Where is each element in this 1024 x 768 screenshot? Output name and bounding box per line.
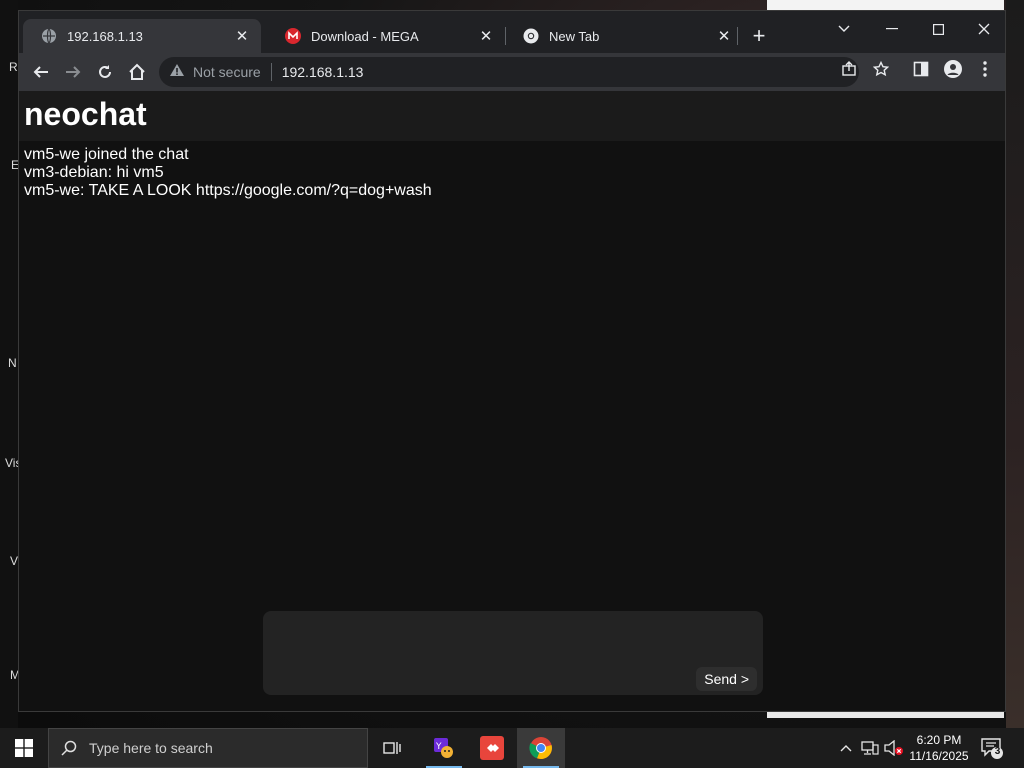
warning-icon[interactable]	[169, 63, 185, 82]
system-clock[interactable]: 6:20 PM 11/16/2025	[906, 732, 972, 764]
reload-button[interactable]	[93, 60, 117, 84]
desktop-icon-label[interactable]: V	[10, 554, 18, 568]
desktop-icon-label[interactable]: R	[9, 60, 18, 74]
globe-icon	[41, 28, 57, 44]
tab-search-chevron-icon[interactable]	[821, 15, 867, 43]
send-button[interactable]: Send >	[696, 667, 757, 691]
more-menu-icon[interactable]	[973, 57, 997, 81]
chat-message: vm5-we joined the chat	[24, 146, 189, 163]
chrome-icon	[529, 737, 552, 760]
chat-message: vm3-debian: hi vm5	[24, 164, 164, 181]
close-tab-icon[interactable]: ✕	[233, 27, 251, 45]
search-placeholder: Type here to search	[89, 740, 213, 756]
tab-mega[interactable]: Download - MEGA ✕	[267, 19, 505, 53]
close-tab-icon[interactable]: ✕	[477, 27, 495, 45]
background-window-edge	[767, 0, 1004, 10]
share-icon[interactable]	[837, 57, 861, 81]
bookmark-star-icon[interactable]	[869, 57, 893, 81]
chat-message: vm5-we: TAKE A LOOK https://google.com/?…	[24, 182, 432, 199]
profile-icon[interactable]	[941, 57, 965, 81]
clock-time: 6:20 PM	[916, 733, 962, 747]
svg-text:Y: Y	[435, 742, 442, 752]
message-composer[interactable]: Send >	[263, 611, 763, 695]
close-tab-icon[interactable]: ✕	[715, 27, 733, 45]
tab-separator	[737, 27, 738, 45]
tab-local-chat[interactable]: 192.168.1.13 ✕	[23, 19, 261, 53]
task-view-icon	[383, 742, 401, 754]
app-icon: Y	[434, 738, 453, 758]
tab-title: 192.168.1.13	[67, 28, 143, 44]
notification-center-button[interactable]: 3	[980, 736, 1004, 760]
desktop-wallpaper	[1006, 0, 1024, 728]
tab-strip: 192.168.1.13 ✕ Download - MEGA ✕ New Tab…	[19, 11, 1005, 53]
mega-icon	[285, 28, 301, 44]
chat-page: neochat vm5-we joined the chat vm3-debia…	[19, 91, 1005, 711]
clock-date: 11/16/2025	[909, 749, 969, 763]
taskbar-search[interactable]: Type here to search	[48, 728, 368, 768]
address-bar[interactable]: Not secure 192.168.1.13	[159, 57, 859, 87]
volume-muted-icon[interactable]	[884, 738, 904, 758]
tab-title: New Tab	[549, 28, 600, 44]
tab-new-tab[interactable]: New Tab ✕	[505, 19, 743, 53]
taskbar-app-chat[interactable]: Y	[420, 728, 468, 768]
back-button[interactable]	[29, 60, 53, 84]
show-hidden-icons-chevron-icon[interactable]	[836, 738, 856, 758]
start-button[interactable]	[0, 728, 48, 768]
chrome-icon	[523, 28, 539, 44]
desktop-icons-strip: R E N Vis V M	[0, 0, 21, 728]
desktop-icon-label[interactable]: N	[8, 356, 17, 370]
anydesk-icon	[480, 736, 504, 760]
taskbar-app-chrome[interactable]	[517, 728, 565, 768]
browser-toolbar: Not secure 192.168.1.13	[19, 53, 1005, 91]
message-list: vm5-we joined the chat vm3-debian: hi vm…	[24, 146, 432, 200]
app-title: neochat	[24, 96, 147, 132]
divider	[270, 63, 272, 81]
tab-title: Download - MEGA	[311, 28, 419, 44]
new-tab-button[interactable]: +	[747, 25, 771, 49]
message-input[interactable]	[271, 619, 693, 659]
browser-window: 192.168.1.13 ✕ Download - MEGA ✕ New Tab…	[18, 10, 1006, 712]
home-button[interactable]	[125, 60, 149, 84]
taskbar-app-anydesk[interactable]	[468, 728, 516, 768]
forward-button[interactable]	[61, 60, 85, 84]
minimize-button[interactable]	[869, 15, 915, 43]
maximize-button[interactable]	[915, 15, 961, 43]
page-header: neochat	[19, 91, 1005, 141]
side-panel-icon[interactable]	[909, 57, 933, 81]
url-text[interactable]: 192.168.1.13	[282, 64, 364, 80]
windows-logo-icon	[15, 739, 33, 757]
search-icon	[61, 740, 77, 756]
network-icon[interactable]	[860, 738, 880, 758]
notification-count-badge: 3	[994, 746, 1001, 757]
task-view-button[interactable]	[368, 728, 416, 768]
security-status[interactable]: Not secure	[193, 64, 261, 80]
close-window-button[interactable]	[961, 15, 1007, 43]
taskbar: Type here to search Y 6:20 PM 11/16/2025…	[0, 728, 1024, 768]
